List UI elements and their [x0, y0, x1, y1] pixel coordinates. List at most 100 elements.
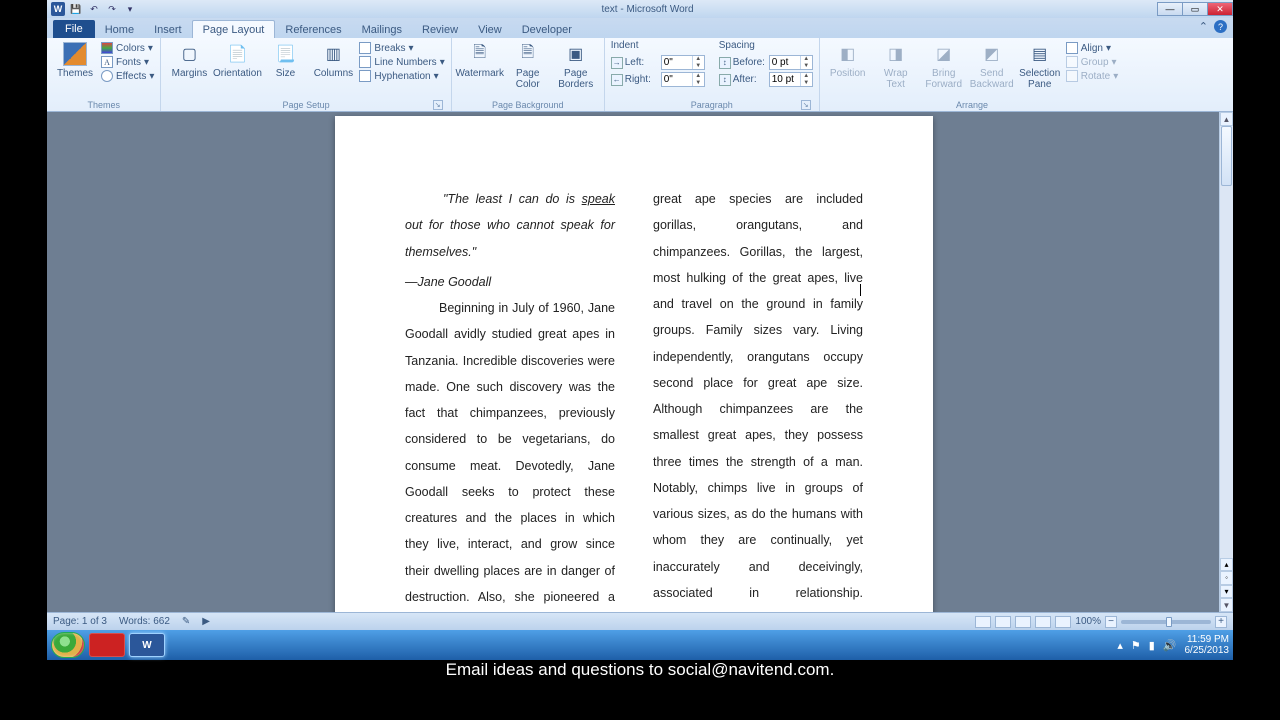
hyphenation-menu[interactable]: Hyphenation ▾	[359, 70, 444, 82]
size-button[interactable]: 📃Size	[263, 40, 307, 79]
colors-icon	[101, 42, 113, 54]
group-menu[interactable]: Group ▾	[1066, 56, 1119, 68]
down-icon[interactable]: ▼	[693, 63, 704, 70]
selection-pane-button[interactable]: ▤Selection Pane	[1018, 40, 1062, 90]
word-count[interactable]: Words: 662	[119, 616, 170, 627]
tray-show-hidden-icon[interactable]: ▴	[1117, 639, 1123, 652]
draft-view[interactable]	[1055, 616, 1071, 628]
scroll-up-button[interactable]: ▲	[1220, 112, 1233, 126]
spacing-before-input[interactable]	[770, 57, 800, 68]
tab-mailings[interactable]: Mailings	[352, 21, 412, 38]
down-icon[interactable]: ▼	[801, 80, 812, 87]
prev-page-button[interactable]: ▴	[1220, 558, 1233, 571]
align-menu[interactable]: Align ▾	[1066, 42, 1119, 54]
group-page-setup-label: Page Setup↘	[167, 100, 444, 111]
down-icon[interactable]: ▼	[801, 63, 812, 70]
size-icon: 📃	[273, 42, 297, 66]
line-numbers-menu[interactable]: Line Numbers ▾	[359, 56, 444, 68]
word-window: W 💾 ↶ ↷ ▾ text - Microsoft Word — ▭ ✕ Fi…	[47, 0, 1233, 630]
proofing-icon[interactable]: ✎	[182, 616, 190, 627]
wrap-text-icon: ◨	[884, 42, 908, 66]
browse-object-button[interactable]: ◦	[1220, 571, 1233, 584]
breaks-menu[interactable]: Breaks ▾	[359, 42, 444, 54]
down-icon[interactable]: ▼	[693, 80, 704, 87]
close-button[interactable]: ✕	[1207, 2, 1233, 16]
page-setup-launcher[interactable]: ↘	[433, 100, 443, 110]
page-indicator[interactable]: Page: 1 of 3	[53, 616, 107, 627]
print-layout-view[interactable]	[975, 616, 991, 628]
tray-network-icon[interactable]: ▮	[1149, 639, 1155, 652]
orientation-button[interactable]: 📄Orientation	[215, 40, 259, 79]
help-icon[interactable]: ?	[1214, 20, 1227, 33]
spacing-after-input[interactable]	[770, 74, 800, 85]
start-button[interactable]	[51, 632, 85, 658]
tab-page-layout[interactable]: Page Layout	[192, 20, 276, 38]
watermark-icon: 🗎	[468, 42, 492, 66]
zoom-in-button[interactable]: +	[1215, 616, 1227, 628]
themes-button[interactable]: Themes	[53, 40, 97, 79]
tray-clock[interactable]: 11:59 PM 6/25/2013	[1185, 634, 1230, 656]
paragraph-launcher[interactable]: ↘	[801, 100, 811, 110]
macro-icon[interactable]: ▶	[202, 616, 210, 627]
tray-flag-icon[interactable]: ⚑	[1131, 639, 1141, 652]
group-page-setup: ▢Margins 📄Orientation 📃Size ▥Columns Bre…	[161, 38, 451, 111]
ribbon-minimize-icon[interactable]: ⌃	[1199, 20, 1208, 33]
tab-developer[interactable]: Developer	[512, 21, 582, 38]
qat-customize-icon[interactable]: ▾	[123, 2, 137, 16]
spacing-after-spinner[interactable]: ▲▼	[769, 72, 813, 87]
scroll-track[interactable]	[1220, 126, 1233, 558]
fonts-menu[interactable]: AFonts ▾	[101, 56, 154, 68]
tab-insert[interactable]: Insert	[144, 21, 192, 38]
zoom-percent[interactable]: 100%	[1075, 616, 1101, 627]
minimize-button[interactable]: —	[1157, 2, 1183, 16]
next-page-button[interactable]: ▾	[1220, 585, 1233, 598]
scroll-down-button[interactable]: ▼	[1220, 598, 1233, 612]
indent-left-input[interactable]	[662, 57, 692, 68]
columns-icon: ▥	[321, 42, 345, 66]
themes-icon	[63, 42, 87, 66]
tab-view[interactable]: View	[468, 21, 512, 38]
page[interactable]: "The least I can do is speak out for tho…	[335, 116, 933, 612]
indent-left-spinner[interactable]: ▲▼	[661, 55, 705, 70]
colors-menu[interactable]: Colors ▾	[101, 42, 154, 54]
zoom-slider[interactable]	[1121, 620, 1211, 624]
group-paragraph-label: Paragraph↘	[611, 100, 813, 111]
tab-file[interactable]: File	[53, 20, 95, 38]
columns-button[interactable]: ▥Columns	[311, 40, 355, 79]
qat-redo-icon[interactable]: ↷	[105, 2, 119, 16]
margins-button[interactable]: ▢Margins	[167, 40, 211, 79]
document-area[interactable]: "The least I can do is speak out for tho…	[47, 112, 1219, 612]
indent-right-icon: ←	[611, 74, 623, 86]
themes-label: Themes	[57, 68, 93, 79]
tab-home[interactable]: Home	[95, 21, 144, 38]
group-paragraph: Indent →Left:▲▼ ←Right:▲▼ Spacing ↕Befor…	[605, 38, 820, 111]
qat-undo-icon[interactable]: ↶	[87, 2, 101, 16]
taskbar-word-button[interactable]: W	[129, 633, 165, 657]
outline-view[interactable]	[1035, 616, 1051, 628]
tab-references[interactable]: References	[275, 21, 351, 38]
vertical-scrollbar[interactable]: ▲ ▴ ◦ ▾ ▼	[1219, 112, 1233, 612]
spacing-before-spinner[interactable]: ▲▼	[769, 55, 813, 70]
indent-right-input[interactable]	[662, 74, 692, 85]
qat-save-icon[interactable]: 💾	[69, 2, 83, 16]
rotate-menu[interactable]: Rotate ▾	[1066, 70, 1119, 82]
title-bar: W 💾 ↶ ↷ ▾ text - Microsoft Word — ▭ ✕	[47, 0, 1233, 18]
send-backward-button: ◩Send Backward	[970, 40, 1014, 90]
effects-menu[interactable]: Effects ▾	[101, 70, 154, 82]
group-themes-label: Themes	[53, 100, 154, 111]
indent-right-spinner[interactable]: ▲▼	[661, 72, 705, 87]
tab-review[interactable]: Review	[412, 21, 468, 38]
web-layout-view[interactable]	[1015, 616, 1031, 628]
tray-volume-icon[interactable]: 🔊	[1163, 639, 1177, 652]
watermark-button[interactable]: 🗎Watermark	[458, 40, 502, 79]
spacing-before-label: Before:	[733, 57, 767, 68]
zoom-slider-thumb[interactable]	[1166, 617, 1172, 627]
maximize-button[interactable]: ▭	[1182, 2, 1208, 16]
page-borders-button[interactable]: ▣Page Borders	[554, 40, 598, 90]
scroll-thumb[interactable]	[1221, 126, 1232, 186]
fullscreen-view[interactable]	[995, 616, 1011, 628]
page-color-button[interactable]: 🗎Page Color	[506, 40, 550, 90]
taskbar-record-button[interactable]	[89, 633, 125, 657]
window-title: text - Microsoft Word	[137, 4, 1158, 15]
zoom-out-button[interactable]: −	[1105, 616, 1117, 628]
